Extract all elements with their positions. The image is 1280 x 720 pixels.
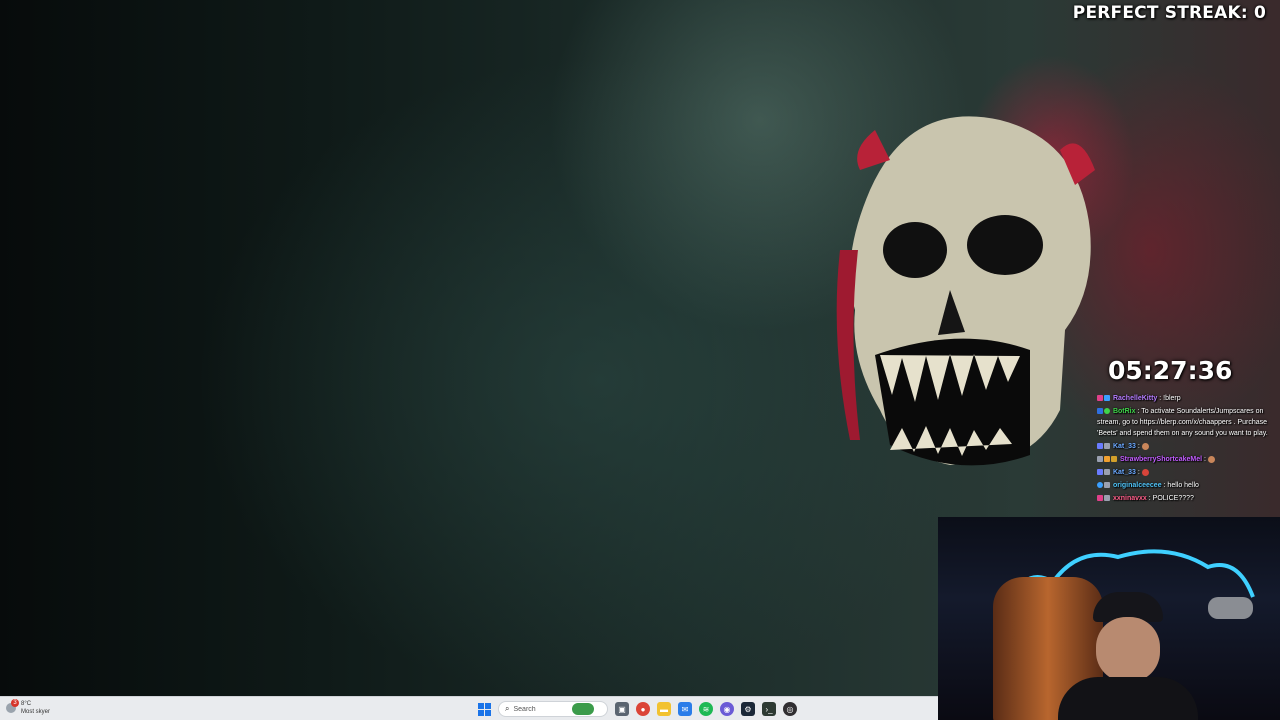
stream-timer: 05:27:36 bbox=[1108, 356, 1233, 385]
terminal-icon[interactable]: ›_ bbox=[762, 702, 776, 716]
chat-text: : POLICE???? bbox=[1146, 495, 1194, 502]
bot-badge-icon bbox=[1097, 408, 1103, 415]
windows-start-icon[interactable] bbox=[478, 702, 491, 716]
gift-badge-icon bbox=[1104, 482, 1110, 489]
steam-icon[interactable]: ⚙ bbox=[741, 702, 755, 716]
chat-message: RachelleKitty : !blerp bbox=[1097, 393, 1277, 404]
chat-text: : bbox=[1135, 469, 1142, 476]
chat-message: xxninavxx : POLICE???? bbox=[1097, 493, 1277, 504]
streamer-person bbox=[1058, 592, 1198, 720]
alert-badge: 3 bbox=[11, 699, 19, 707]
emote-icon bbox=[1141, 442, 1149, 450]
chat-text: : hello hello bbox=[1161, 482, 1199, 489]
chat-app-icon[interactable]: ◉ bbox=[720, 702, 734, 716]
cloud-icon: 3 bbox=[6, 699, 19, 713]
bits-badge-icon bbox=[1111, 456, 1117, 463]
weather-temp: 8°C bbox=[21, 701, 32, 707]
task-view-icon[interactable]: ▣ bbox=[615, 702, 629, 716]
taskbar: 3 8°C Most skyer ⌕ ▣ ● ▬ ✉ ≋ ◉ ⚙ ›_ ◎ bbox=[0, 696, 938, 720]
chat-username: Kat_33 bbox=[1112, 469, 1136, 476]
chat-username: Kat_33 bbox=[1112, 443, 1136, 450]
search-input[interactable] bbox=[513, 705, 569, 713]
verified-badge-icon bbox=[1104, 408, 1110, 415]
taskbar-apps: ⌕ ▣ ● ▬ ✉ ≋ ◉ ⚙ ›_ ◎ bbox=[478, 699, 797, 719]
sub-badge-icon bbox=[1097, 395, 1103, 402]
chat-message: StrawberryShortcakeMel : bbox=[1097, 454, 1277, 465]
sub-badge-icon bbox=[1097, 469, 1103, 476]
gift-badge-icon bbox=[1104, 469, 1110, 476]
chat-message: BotRix : To activate Soundalerts/Jumpsca… bbox=[1097, 406, 1277, 439]
perfect-streak-counter: PERFECT STREAK: 0 bbox=[1072, 3, 1266, 23]
chat-message: Kat_33 : bbox=[1097, 441, 1277, 452]
chat-message: originalceecee : hello hello bbox=[1097, 480, 1277, 491]
obs-icon[interactable]: ◎ bbox=[783, 702, 797, 716]
chrome-icon[interactable]: ● bbox=[636, 702, 650, 716]
taskbar-search[interactable]: ⌕ bbox=[498, 701, 608, 717]
gift-badge-icon bbox=[1104, 495, 1110, 502]
search-highlight-icon bbox=[572, 703, 595, 715]
file-explorer-icon[interactable]: ▬ bbox=[657, 702, 671, 716]
emote-icon bbox=[1141, 468, 1149, 476]
weather-widget[interactable]: 3 8°C Most skyer bbox=[6, 699, 51, 716]
chat-text: : !blerp bbox=[1157, 395, 1181, 402]
search-icon: ⌕ bbox=[505, 704, 510, 713]
prime-badge-icon bbox=[1097, 482, 1103, 489]
microphone bbox=[1208, 597, 1253, 619]
chat-message: Kat_33 : bbox=[1097, 467, 1277, 478]
emote-icon bbox=[1207, 455, 1215, 463]
sub-badge-icon bbox=[1097, 443, 1103, 450]
weather-condition: Most skyer bbox=[21, 709, 51, 715]
mail-icon[interactable]: ✉ bbox=[678, 702, 692, 716]
chat-username: StrawberryShortcakeMel bbox=[1119, 456, 1203, 463]
gift-badge-icon bbox=[1104, 443, 1110, 450]
chat-text: : bbox=[1135, 443, 1142, 450]
chat-username: BotRix bbox=[1112, 408, 1136, 415]
chat-username: originalceecee bbox=[1112, 482, 1162, 489]
gift-badge-icon bbox=[1097, 456, 1103, 463]
skull-artwork bbox=[836, 116, 1095, 466]
chat-username: RachelleKitty bbox=[1112, 395, 1158, 402]
prime-badge-icon bbox=[1104, 395, 1110, 402]
webcam-feed bbox=[938, 517, 1280, 720]
chat-username: xxninavxx bbox=[1112, 495, 1147, 502]
sub-badge-icon bbox=[1104, 456, 1110, 463]
spotify-icon[interactable]: ≋ bbox=[699, 702, 713, 716]
chat-overlay: RachelleKitty : !blerp BotRix : To activ… bbox=[1097, 393, 1277, 506]
sub-badge-icon bbox=[1097, 495, 1103, 502]
